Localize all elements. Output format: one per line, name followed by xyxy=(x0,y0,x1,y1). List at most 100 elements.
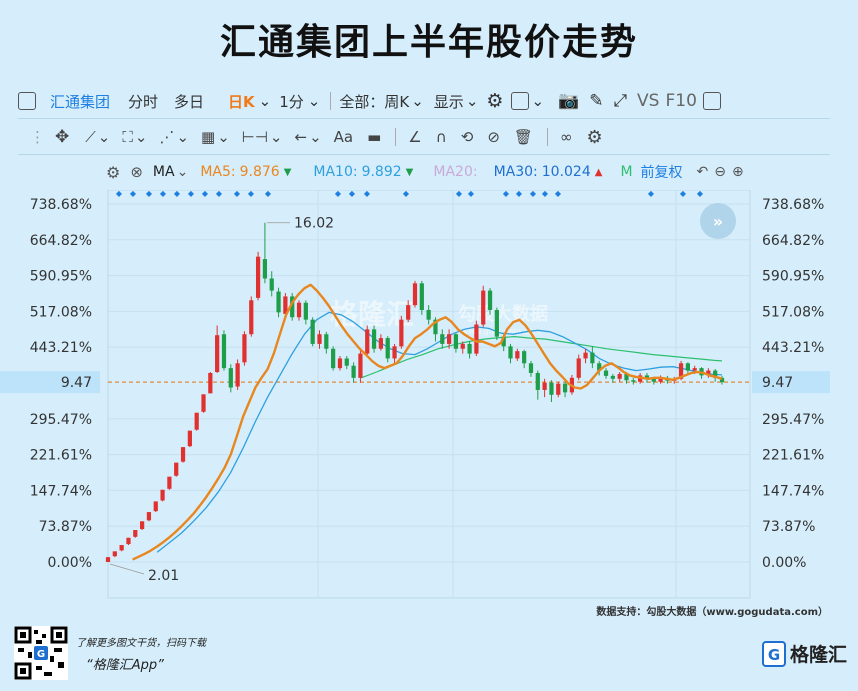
chevron-down-icon[interactable]: ⌄ xyxy=(270,128,283,146)
arrow-tool-icon[interactable]: ← xyxy=(295,128,308,146)
chevron-down-icon[interactable]: ⌄ xyxy=(259,92,272,110)
zoom-out-icon[interactable]: ⊖ xyxy=(714,164,726,180)
period-1fen[interactable]: 1分 xyxy=(279,91,304,112)
chevron-down-icon[interactable]: ⌄ xyxy=(217,128,230,146)
candle-body xyxy=(508,346,513,359)
event-marker: ◆ xyxy=(248,190,255,198)
sidebar-toggle-icon[interactable] xyxy=(18,92,36,110)
chevron-down-icon[interactable]: ⌄ xyxy=(135,128,148,146)
chevron-down-icon[interactable]: ⌄ xyxy=(531,92,544,110)
chevron-down-icon[interactable]: ⌄ xyxy=(98,128,111,146)
candle-body xyxy=(583,352,588,359)
candle-body xyxy=(324,334,329,349)
candle-body xyxy=(146,512,152,521)
ma60-line xyxy=(361,336,723,379)
down-arrow-icon: ▼ xyxy=(405,166,414,178)
chevron-down-icon[interactable]: ⌄ xyxy=(466,92,479,110)
undo-icon[interactable]: ↶ xyxy=(697,164,709,180)
y-axis-label-right: 517.08% xyxy=(762,304,824,320)
ma-bar: ⚙ ⊗ MA ⌄ MA5: 9.876 ▼ MA10: 9.892 ▼ MA20… xyxy=(18,156,830,188)
fullscreen-icon[interactable]: ⤢ xyxy=(613,91,627,111)
drag-handle-icon[interactable]: ⋮ xyxy=(30,128,45,146)
ma10-label: MA10: xyxy=(313,164,358,180)
line-tool-icon[interactable]: ⟋ xyxy=(85,128,96,146)
footer-line2: “格隆汇App” xyxy=(86,658,164,673)
vs-button[interactable]: VS xyxy=(637,91,659,111)
event-marker: ◆ xyxy=(216,190,223,198)
up-arrow-icon: ▲ xyxy=(594,166,603,178)
panel-toggle-icon[interactable] xyxy=(702,92,721,110)
tab-rik[interactable]: 日K xyxy=(228,91,255,112)
comment-icon[interactable]: ▬ xyxy=(367,128,381,146)
filter-all[interactable]: 全部：周K xyxy=(339,91,409,112)
pencil-icon[interactable]: ✎ xyxy=(589,91,603,111)
candle-body xyxy=(337,358,343,369)
move-icon[interactable]: ✥ xyxy=(55,127,69,147)
candle-body xyxy=(105,557,111,562)
candle-body xyxy=(590,352,595,364)
footer: G 了解更多图文干货，扫码下载 “格隆汇App” G 格隆汇 xyxy=(0,620,858,691)
candle-body xyxy=(371,329,377,349)
chevron-down-icon[interactable]: ⌄ xyxy=(309,128,322,146)
kline-chart[interactable]: 738.68% 738.68% 664.82% 664.82% 590.95% 590.9… xyxy=(0,190,858,600)
link-icon[interactable]: ∞ xyxy=(560,128,573,146)
wave-tool-icon[interactable]: ⋰ xyxy=(159,128,174,146)
color-square-icon[interactable] xyxy=(511,92,530,110)
chevron-down-icon[interactable]: ⌄ xyxy=(411,92,424,110)
candle-body xyxy=(617,373,622,379)
data-source: 数据支持：勾股大数据（www.gogudata.com） xyxy=(596,607,828,618)
candle-body xyxy=(201,394,206,412)
close-icon[interactable]: ⊗ xyxy=(130,163,143,181)
gear-icon[interactable]: ⚙ xyxy=(586,127,602,148)
gear-icon[interactable]: ⚙ xyxy=(106,163,120,182)
candle-body xyxy=(139,521,145,530)
candle-body xyxy=(487,290,493,310)
y-axis-label-right: 0.00% xyxy=(762,555,806,571)
brand-logo: G 格隆汇 xyxy=(762,640,847,667)
display-button[interactable]: 显示 xyxy=(434,91,464,112)
event-marker: ◆ xyxy=(516,190,523,198)
measure-icon[interactable]: ⊢⊣ xyxy=(242,128,268,146)
ruler-icon[interactable]: ∠ xyxy=(408,128,421,146)
candle-body xyxy=(378,338,384,349)
candle-body xyxy=(385,338,390,359)
candle-body xyxy=(631,380,636,382)
chevron-down-icon[interactable]: ⌄ xyxy=(177,164,189,180)
candle-body xyxy=(194,412,199,430)
eye-off-icon[interactable]: ⊘ xyxy=(487,128,500,146)
chart-tool-icon[interactable]: ▦ xyxy=(201,128,215,146)
ma30-value: 10.024 xyxy=(541,164,591,180)
trash-icon[interactable]: 🗑 xyxy=(514,128,533,146)
camera-icon[interactable]: 📷 xyxy=(558,91,579,111)
divider xyxy=(18,118,830,119)
text-tool-icon[interactable]: Aa xyxy=(334,128,353,146)
candle-body xyxy=(180,447,186,462)
zoom-in-icon[interactable]: ⊕ xyxy=(732,164,744,180)
candle-body xyxy=(549,382,554,395)
ma5-value: 9.876 xyxy=(239,164,280,180)
polyline-tool-icon[interactable]: ⛶ xyxy=(122,128,133,146)
tab-duori[interactable]: 多日 xyxy=(174,91,204,112)
candle-body xyxy=(610,375,615,379)
chevron-down-icon[interactable]: ⌄ xyxy=(176,128,189,146)
stock-name-tab[interactable]: 汇通集团 xyxy=(50,91,110,112)
sync-icon[interactable]: ⟲ xyxy=(461,128,474,146)
chevron-down-icon[interactable]: ⌄ xyxy=(308,92,321,110)
candle-body xyxy=(160,489,165,501)
low-label: 2.01 xyxy=(148,568,179,584)
candle-body xyxy=(528,363,534,373)
event-marker: ◆ xyxy=(335,190,342,198)
y-axis-label-left: 73.87% xyxy=(39,519,92,535)
gear-icon[interactable]: ⚙ xyxy=(486,90,503,112)
candle-body xyxy=(310,319,315,344)
candle-body xyxy=(406,305,411,320)
f10-button[interactable]: F10 xyxy=(665,91,696,111)
ma-dropdown[interactable]: MA xyxy=(153,164,175,180)
event-marker: ◆ xyxy=(680,190,687,198)
fuquan-button[interactable]: 前复权 xyxy=(641,162,683,182)
candle-body xyxy=(535,372,540,390)
divider xyxy=(395,128,397,146)
magnet-icon[interactable]: ∩ xyxy=(436,128,447,146)
tab-fenshi[interactable]: 分时 xyxy=(128,91,158,112)
candle-body xyxy=(153,501,158,512)
